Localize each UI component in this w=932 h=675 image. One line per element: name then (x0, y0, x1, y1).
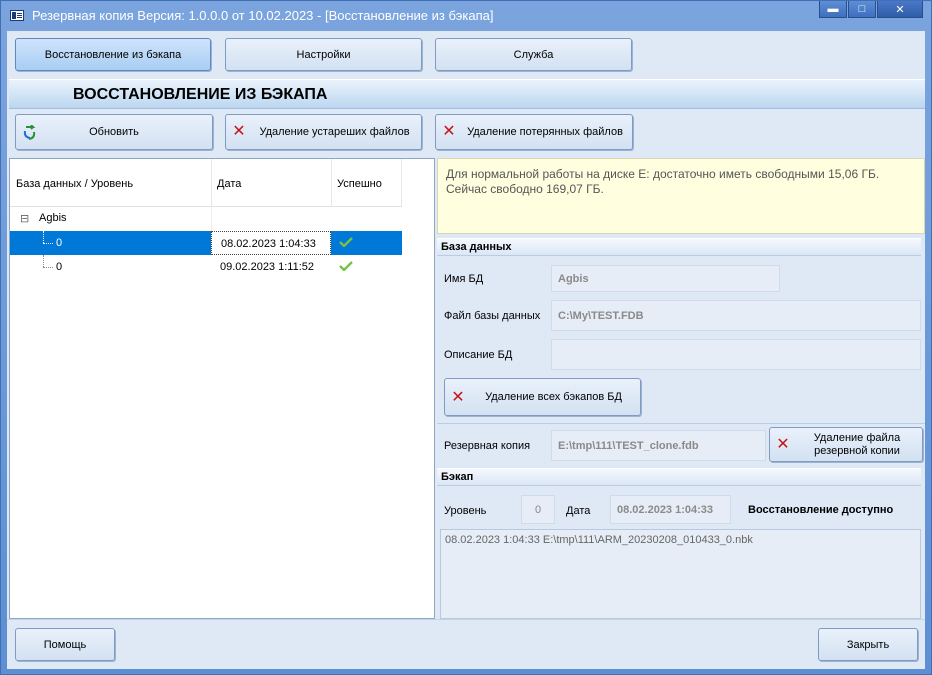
refresh-label: Обновить (89, 126, 139, 138)
close-label: Закрыть (846, 638, 890, 651)
level-label: Уровень (444, 505, 487, 517)
tree-root-label: Agbis (39, 212, 67, 224)
refresh-icon (23, 125, 36, 140)
footer-bar (7, 619, 925, 669)
db-name-label: Имя БД (444, 273, 484, 285)
section-header: ВОССТАНОВЛЕНИЕ ИЗ БЭКАПА (9, 79, 925, 109)
app-icon (10, 10, 24, 21)
tree-row-date: 08.02.2023 1:04:33 (211, 231, 331, 255)
date-field[interactable]: 08.02.2023 1:04:33 (610, 495, 731, 524)
tree-row[interactable]: 0 08.02.2023 1:04:33 (10, 231, 402, 255)
tree-row-success (331, 231, 402, 255)
disk-space-line-2: Сейчас свободно 169,07 ГБ. (446, 182, 604, 196)
backup-tree[interactable]: База данных / Уровень Дата Успешно ⊟ Agb… (9, 158, 435, 619)
title-bar[interactable]: Резервная копия Версия: 1.0.0.0 от 10.02… (1, 1, 931, 31)
help-label: Помощь (43, 638, 87, 651)
minimize-button[interactable]: ▬ (819, 1, 847, 18)
maximize-button[interactable]: □ (848, 1, 876, 18)
disk-space-info: Для нормальной работы на диске E: достат… (437, 158, 925, 234)
tree-row-success (331, 255, 402, 279)
delete-backup-file-label-2: резервной копии (814, 444, 900, 457)
disk-space-line-1: Для нормальной работы на диске E: достат… (446, 167, 880, 181)
backup-copy-field[interactable]: E:\tmp\111\TEST_clone.fdb (551, 430, 766, 461)
backup-log[interactable]: 08.02.2023 1:04:33 E:\tmp\111\ARM_202302… (440, 529, 921, 619)
collapse-icon[interactable]: ⊟ (20, 212, 29, 225)
tree-row[interactable]: 0 09.02.2023 1:11:52 (10, 255, 402, 279)
tree-root-node[interactable]: ⊟ Agbis (10, 207, 402, 231)
delete-backup-file-label-1: Удаление файла (813, 431, 901, 444)
tree-row-level-cell: 0 (10, 255, 211, 279)
delete-lost-files-label: Удаление потерянных файлов (467, 126, 623, 138)
column-header-success[interactable]: Успешно (337, 178, 382, 190)
tree-header: База данных / Уровень Дата Успешно (10, 159, 402, 207)
details-panel: Для нормальной работы на диске E: достат… (437, 158, 925, 619)
tree-row-date: 09.02.2023 1:11:52 (220, 261, 314, 273)
red-x-icon: ✕ (232, 123, 246, 140)
red-x-icon: ✕ (776, 436, 790, 453)
tab-settings-label: Настройки (296, 48, 351, 61)
tab-restore[interactable]: Восстановление из бэкапа (15, 38, 211, 71)
tab-settings[interactable]: Настройки (225, 38, 422, 71)
delete-all-backups-label: Удаление всех бэкапов БД (485, 391, 622, 403)
tree-row-level-cell: 0 (10, 231, 211, 255)
window-controls: ▬ □ ✕ (818, 1, 923, 18)
database-group-title: База данных (441, 241, 512, 253)
refresh-button[interactable]: Обновить (15, 114, 213, 150)
window-title: Резервная копия Версия: 1.0.0.0 от 10.02… (32, 8, 494, 23)
db-description-field[interactable] (551, 339, 921, 370)
red-x-icon: ✕ (451, 389, 465, 406)
backup-group-title: Бэкап (441, 471, 474, 483)
red-x-icon: ✕ (442, 123, 456, 140)
delete-backup-file-button[interactable]: ✕ Удаление файла резервной копии (769, 427, 923, 462)
level-field[interactable]: 0 (521, 495, 555, 524)
app-window: Резервная копия Версия: 1.0.0.0 от 10.02… (0, 0, 932, 675)
tree-row-level: 0 (56, 237, 63, 249)
db-file-label: Файл базы данных (444, 310, 541, 322)
db-name-field[interactable]: Agbis (551, 265, 780, 292)
tab-restore-label: Восстановление из бэкапа (44, 48, 182, 61)
backup-copy-label: Резервная копия (444, 440, 531, 452)
help-button[interactable]: Помощь (15, 628, 115, 661)
date-label: Дата (566, 505, 591, 517)
column-header-date[interactable]: Дата (217, 178, 241, 190)
backup-group-bar (437, 468, 921, 486)
db-description-label: Описание БД (444, 349, 513, 361)
delete-lost-files-button[interactable]: ✕ Удаление потерянных файлов (435, 114, 633, 150)
delete-old-files-button[interactable]: ✕ Удаление устареших файлов (225, 114, 422, 150)
tab-service[interactable]: Служба (435, 38, 632, 71)
delete-old-files-label: Удаление устареших файлов (259, 126, 410, 138)
db-file-field[interactable]: C:\My\TEST.FDB (551, 300, 921, 331)
restore-status: Восстановление доступно (748, 504, 894, 516)
checkmark-icon (339, 261, 353, 271)
delete-all-backups-button[interactable]: ✕ Удаление всех бэкапов БД (444, 378, 641, 416)
close-window-button[interactable]: ✕ (877, 1, 923, 18)
client-area: Восстановление из бэкапа Настройки Служб… (7, 31, 925, 669)
column-header-db-level[interactable]: База данных / Уровень (16, 178, 133, 190)
tab-service-label: Служба (513, 48, 554, 61)
page-title: ВОССТАНОВЛЕНИЕ ИЗ БЭКАПА (73, 86, 328, 103)
close-button[interactable]: Закрыть (818, 628, 918, 661)
checkmark-icon (339, 237, 353, 247)
tree-row-level: 0 (56, 261, 63, 273)
